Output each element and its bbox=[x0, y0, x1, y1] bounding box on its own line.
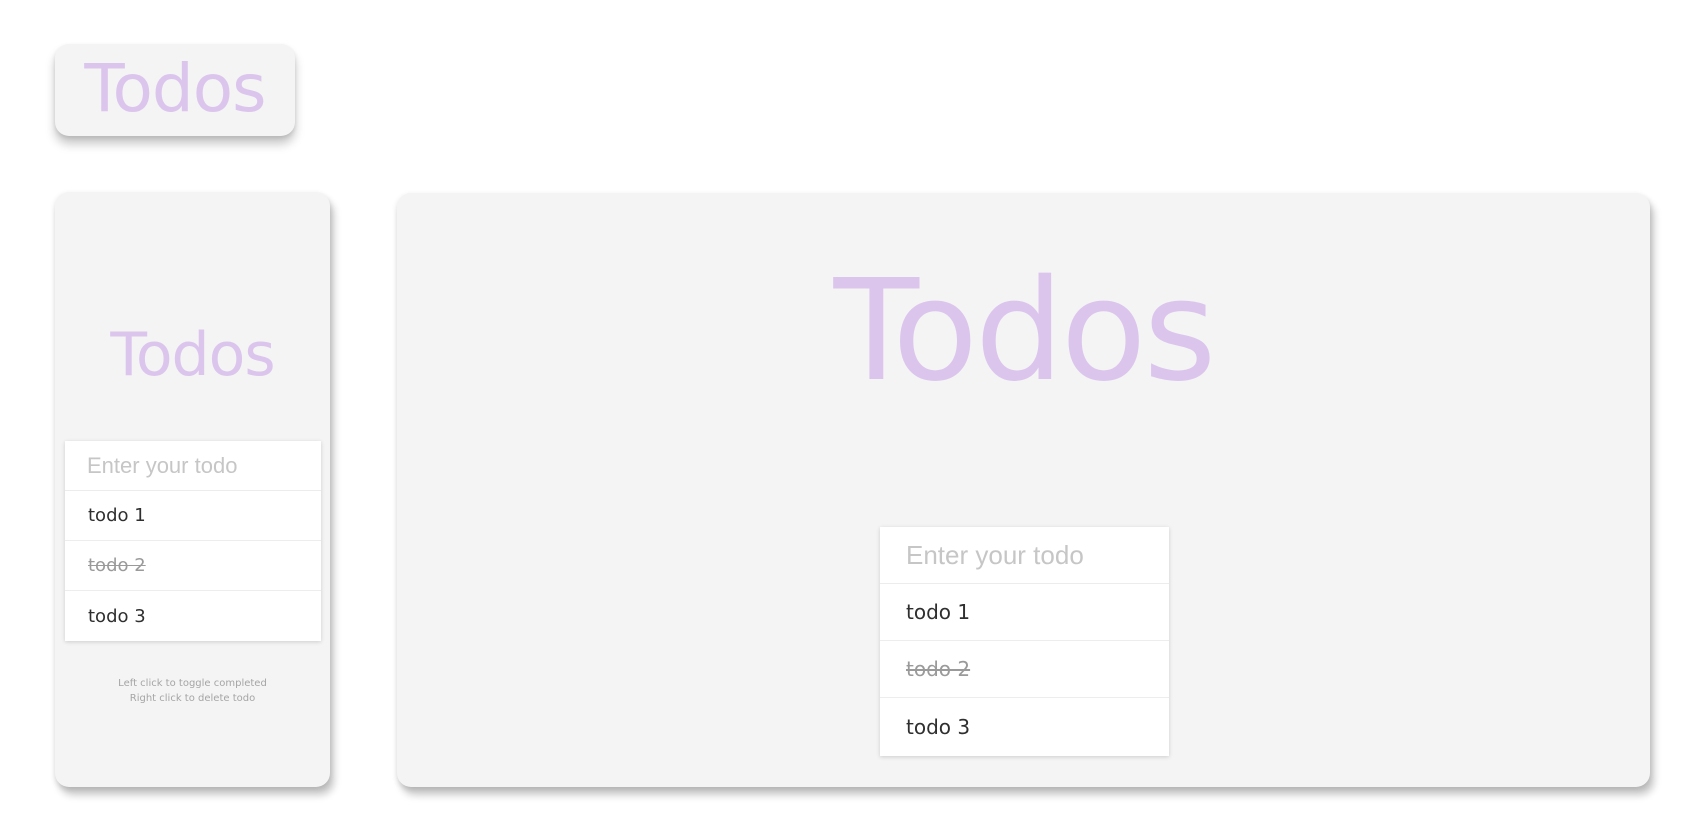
desktop-todo-item-1[interactable]: todo 1 bbox=[880, 584, 1169, 641]
desktop-page-title: Todos bbox=[833, 250, 1217, 413]
hint-delete-todo: Right click to delete todo bbox=[129, 693, 256, 704]
mobile-page-title: Todos bbox=[110, 320, 275, 390]
mobile-todo-item-3[interactable]: todo 3 bbox=[65, 591, 321, 641]
hint-toggle-completed: Left click to toggle completed bbox=[118, 678, 267, 689]
logo-badge: Todos bbox=[55, 44, 295, 136]
logo-title: Todos bbox=[84, 50, 266, 127]
mobile-todo-item-1[interactable]: todo 1 bbox=[65, 491, 321, 541]
mobile-todo-item-2[interactable]: todo 2 bbox=[65, 541, 321, 591]
desktop-todo-item-2[interactable]: todo 2 bbox=[880, 641, 1169, 698]
desktop-todo-input[interactable] bbox=[880, 527, 1169, 584]
desktop-todo-item-3[interactable]: todo 3 bbox=[880, 698, 1169, 755]
desktop-todo-list: todo 1 todo 2 todo 3 bbox=[880, 527, 1169, 756]
mobile-todo-input[interactable] bbox=[65, 441, 321, 491]
mobile-todo-list: todo 1 todo 2 todo 3 bbox=[65, 441, 321, 641]
